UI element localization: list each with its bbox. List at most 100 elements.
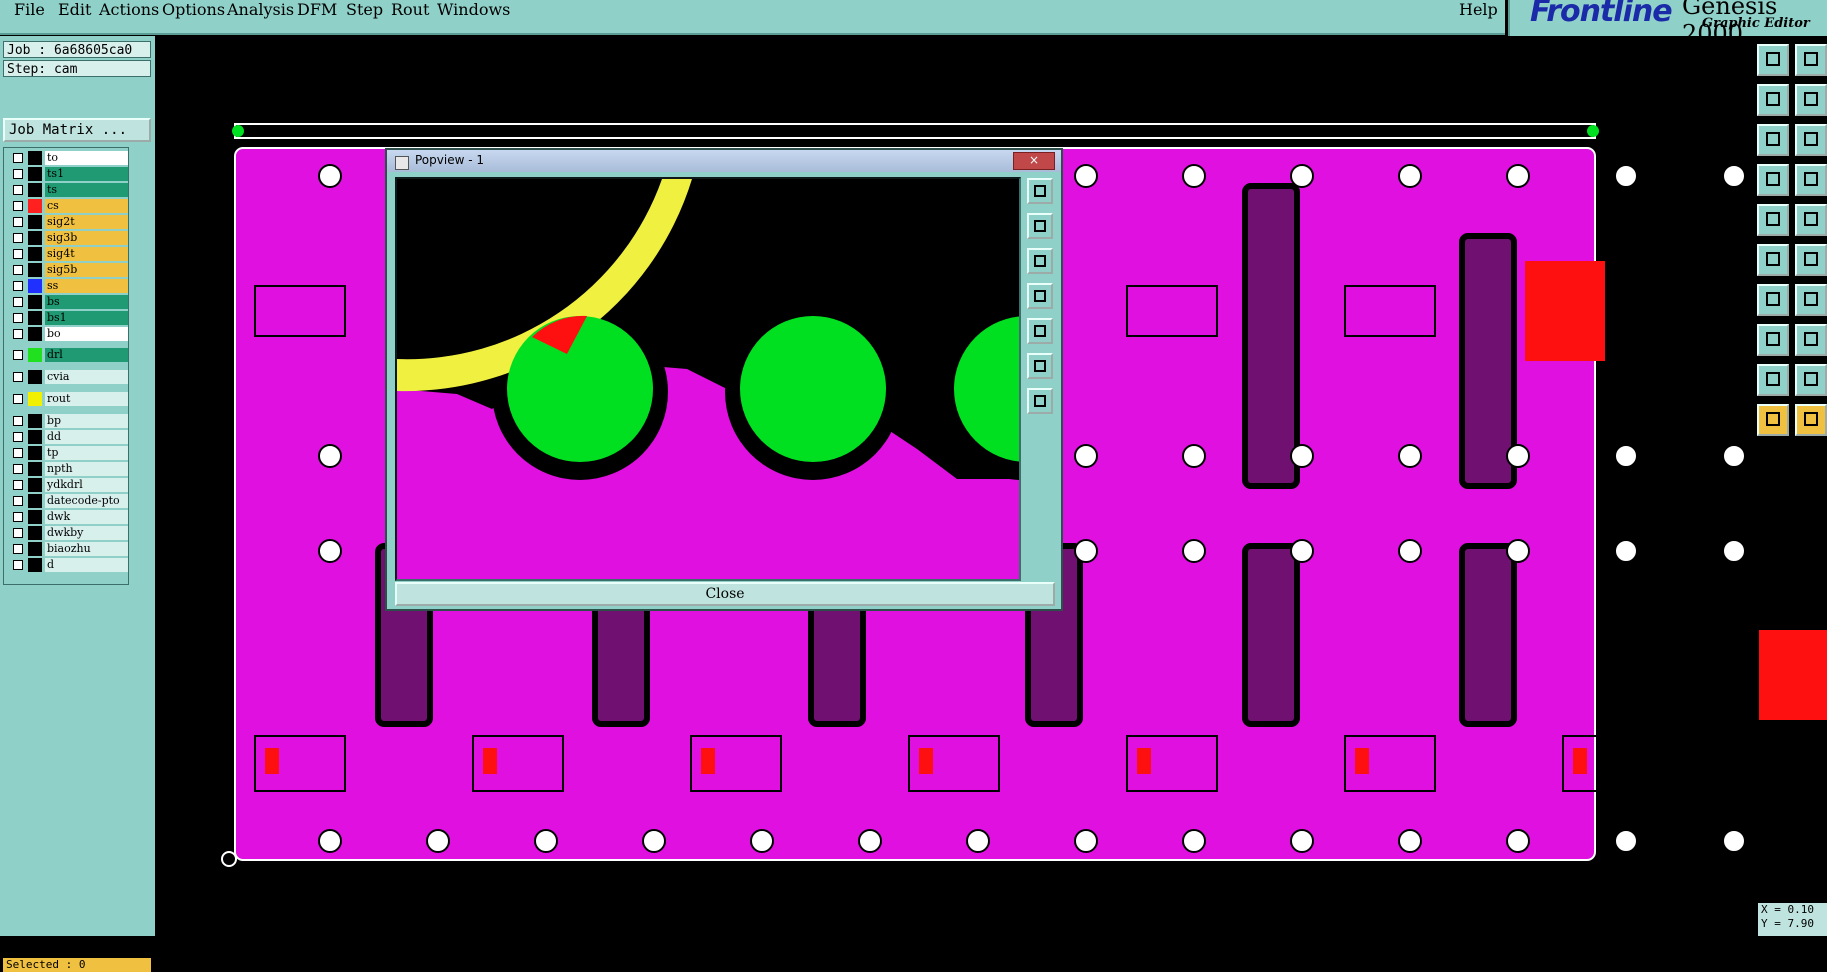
layer-name[interactable]: cvia	[45, 370, 128, 384]
layer-row-bs1[interactable]: bs1	[7, 311, 128, 325]
layer-row-ydkdrl[interactable]: ydkdrl	[7, 478, 128, 492]
tool-button[interactable]	[1757, 364, 1789, 396]
layer-checkbox[interactable]	[13, 512, 23, 522]
layer-checkbox[interactable]	[13, 281, 23, 291]
popview-zoom-in-button[interactable]	[1027, 178, 1053, 204]
layer-row-bs[interactable]: bs	[7, 295, 128, 309]
layer-row-d[interactable]: d	[7, 558, 128, 572]
layer-name[interactable]: dwk	[45, 510, 128, 524]
popview-center-button[interactable]	[1027, 388, 1053, 414]
job-matrix-button[interactable]: Job Matrix ...	[3, 118, 151, 142]
tool-button[interactable]	[1795, 284, 1827, 316]
tool-button[interactable]	[1757, 44, 1789, 76]
layer-name[interactable]: rout	[45, 392, 128, 406]
layer-name[interactable]: ydkdrl	[45, 478, 128, 492]
menu-dfm[interactable]: DFM	[297, 0, 337, 20]
layer-color-swatch[interactable]	[28, 370, 42, 384]
layer-color-swatch[interactable]	[28, 348, 42, 362]
layer-checkbox[interactable]	[13, 372, 23, 382]
layer-color-swatch[interactable]	[28, 526, 42, 540]
layer-checkbox[interactable]	[13, 329, 23, 339]
layer-checkbox[interactable]	[13, 560, 23, 570]
layer-name[interactable]: tp	[45, 446, 128, 460]
tool-button[interactable]	[1795, 204, 1827, 236]
layer-name[interactable]: sig5b	[45, 263, 128, 277]
menu-edit[interactable]: Edit	[58, 0, 91, 20]
layer-name[interactable]: bs1	[45, 311, 128, 325]
layer-color-swatch[interactable]	[28, 151, 42, 165]
layer-checkbox[interactable]	[13, 169, 23, 179]
layer-row-drl[interactable]: drl	[7, 348, 128, 362]
menu-actions[interactable]: Actions	[99, 0, 159, 20]
layer-checkbox[interactable]	[13, 297, 23, 307]
layer-color-swatch[interactable]	[28, 311, 42, 325]
layer-name[interactable]: dd	[45, 430, 128, 444]
layer-checkbox[interactable]	[13, 448, 23, 458]
layer-name[interactable]: biaozhu	[45, 542, 128, 556]
layer-row-bo[interactable]: bo	[7, 327, 128, 341]
layer-row-dd[interactable]: dd	[7, 430, 128, 444]
tool-button[interactable]	[1795, 404, 1827, 436]
popview-close-button[interactable]: Close	[395, 582, 1055, 606]
layer-checkbox[interactable]	[13, 432, 23, 442]
layer-row-sig3b[interactable]: sig3b	[7, 231, 128, 245]
layer-name[interactable]: bs	[45, 295, 128, 309]
tool-button[interactable]	[1757, 404, 1789, 436]
layer-name[interactable]: dwkby	[45, 526, 128, 540]
layer-row-ss[interactable]: ss	[7, 279, 128, 293]
layer-name[interactable]: ss	[45, 279, 128, 293]
layer-name[interactable]: cs	[45, 199, 128, 213]
layer-name[interactable]: ts	[45, 183, 128, 197]
menu-step[interactable]: Step	[346, 0, 383, 20]
layer-row-bp[interactable]: bp	[7, 414, 128, 428]
tool-button[interactable]	[1795, 164, 1827, 196]
menu-help[interactable]: Help	[1459, 0, 1498, 20]
layer-color-swatch[interactable]	[28, 542, 42, 556]
tool-button[interactable]	[1757, 204, 1789, 236]
tool-button[interactable]	[1795, 364, 1827, 396]
layer-checkbox[interactable]	[13, 217, 23, 227]
layer-color-swatch[interactable]	[28, 478, 42, 492]
layer-row-cs[interactable]: cs	[7, 199, 128, 213]
popview-zoom-out-button[interactable]	[1027, 213, 1053, 239]
layer-checkbox[interactable]	[13, 416, 23, 426]
layer-checkbox[interactable]	[13, 350, 23, 360]
layer-color-swatch[interactable]	[28, 183, 42, 197]
layer-name[interactable]: sig2t	[45, 215, 128, 229]
tool-button[interactable]	[1795, 244, 1827, 276]
tool-button[interactable]	[1795, 84, 1827, 116]
menu-rout[interactable]: Rout	[391, 0, 429, 20]
layer-color-swatch[interactable]	[28, 558, 42, 572]
popview-pan-down-button[interactable]	[1027, 248, 1053, 274]
layer-checkbox[interactable]	[13, 313, 23, 323]
layer-color-swatch[interactable]	[28, 510, 42, 524]
layer-name[interactable]: npth	[45, 462, 128, 476]
close-icon[interactable]: ×	[1013, 152, 1055, 170]
layer-row-npth[interactable]: npth	[7, 462, 128, 476]
popview-pan-left-button[interactable]	[1027, 283, 1053, 309]
tool-button[interactable]	[1795, 124, 1827, 156]
layer-color-swatch[interactable]	[28, 199, 42, 213]
layer-name[interactable]: bo	[45, 327, 128, 341]
layer-color-swatch[interactable]	[28, 446, 42, 460]
layer-checkbox[interactable]	[13, 464, 23, 474]
layer-name[interactable]: d	[45, 558, 128, 572]
layer-row-datecode-pto[interactable]: datecode-pto	[7, 494, 128, 508]
layer-checkbox[interactable]	[13, 185, 23, 195]
layer-row-dwk[interactable]: dwk	[7, 510, 128, 524]
tool-button[interactable]	[1757, 244, 1789, 276]
layer-color-swatch[interactable]	[28, 462, 42, 476]
layer-row-to[interactable]: to	[7, 151, 128, 165]
layer-color-swatch[interactable]	[28, 167, 42, 181]
layer-color-swatch[interactable]	[28, 263, 42, 277]
layer-row-dwkby[interactable]: dwkby	[7, 526, 128, 540]
layer-color-swatch[interactable]	[28, 430, 42, 444]
layer-row-sig2t[interactable]: sig2t	[7, 215, 128, 229]
popview-titlebar[interactable]: Popview - 1 ×	[387, 150, 1061, 172]
tool-button[interactable]	[1757, 164, 1789, 196]
layer-name[interactable]: drl	[45, 348, 128, 362]
tool-button[interactable]	[1757, 284, 1789, 316]
layer-row-rout[interactable]: rout	[7, 392, 128, 406]
layer-color-swatch[interactable]	[28, 279, 42, 293]
layer-color-swatch[interactable]	[28, 231, 42, 245]
